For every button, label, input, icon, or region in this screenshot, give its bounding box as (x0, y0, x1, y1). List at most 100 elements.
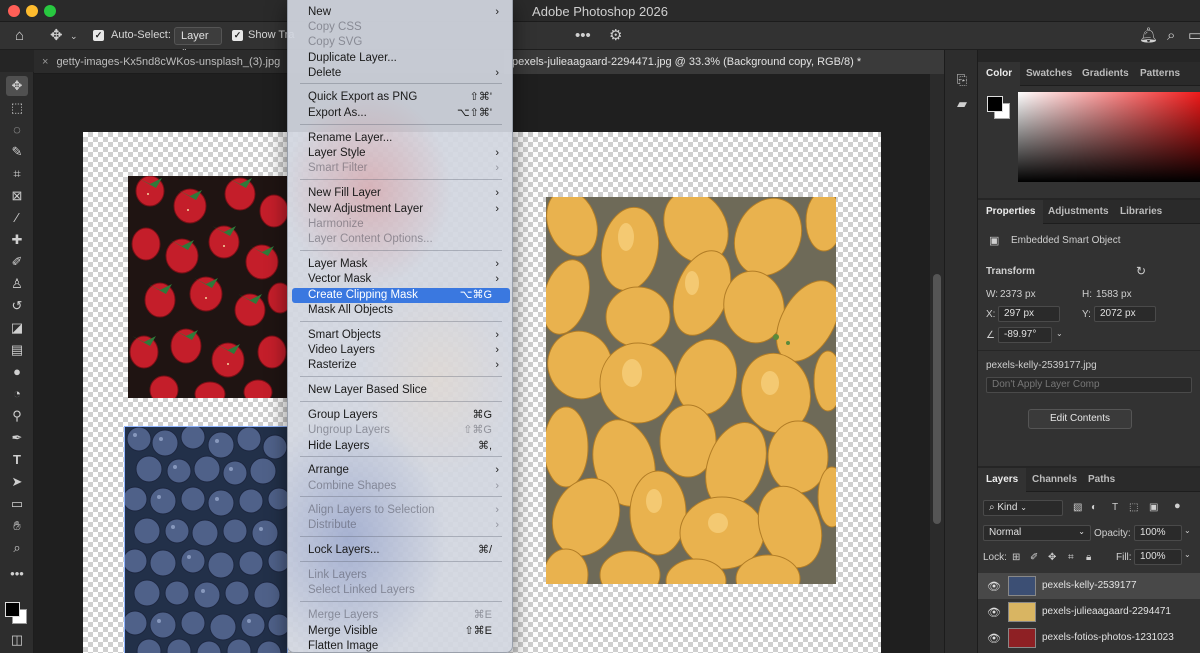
scrollbar-thumb[interactable] (933, 274, 941, 524)
tab-libraries[interactable]: Libraries (1112, 200, 1170, 224)
eraser-tool-icon[interactable]: ◪ (6, 318, 28, 338)
tab-patterns[interactable]: Patterns (1132, 62, 1188, 86)
more-tools-icon[interactable]: ••• (6, 564, 28, 584)
menu-item-duplicate-layer[interactable]: Duplicate Layer... (292, 51, 510, 66)
smart-object-filter-icon[interactable]: ▣ (1149, 502, 1158, 513)
angle-field[interactable]: -89.97° (998, 327, 1052, 343)
blur-tool-icon[interactable]: ● (6, 362, 28, 382)
auto-select-dropdown[interactable]: Layer ⌄ (174, 27, 222, 53)
menu-item-flatten-image[interactable]: Flatten Image (292, 639, 510, 652)
pen-tool-icon[interactable]: ✒ (6, 428, 28, 448)
hand-tool-icon[interactable]: ✋︎ (6, 516, 28, 536)
tab-channels[interactable]: Channels (1024, 468, 1085, 492)
menu-item-vector-mask[interactable]: Vector Mask › (292, 272, 510, 287)
layer-row[interactable]: 👁︎ pexels-julieaagaard-2294471 (978, 599, 1200, 625)
color-field[interactable] (1018, 92, 1200, 182)
width-value[interactable]: 2373 px (1000, 289, 1036, 300)
gradient-tool-icon[interactable]: ▤ (6, 340, 28, 360)
zoom-lens-tool-icon[interactable]: ⚲ (6, 406, 28, 426)
tab-adjustments[interactable]: Adjustments (1040, 200, 1117, 224)
layer-row[interactable]: 👁︎ pexels-fotios-photos-1231023 (978, 625, 1200, 651)
path-selection-tool-icon[interactable]: ➤ (6, 472, 28, 492)
crop-tool-icon[interactable]: ⌗ (6, 164, 28, 184)
vertical-scrollbar[interactable] (930, 74, 944, 653)
filter-toggle-icon[interactable]: ● (1174, 500, 1181, 512)
adjustment-filter-icon[interactable]: ◐ (1091, 502, 1097, 513)
edit-contents-button[interactable]: Edit Contents (1028, 409, 1132, 429)
layer-filter-dropdown[interactable]: ⌕ Kind ⌄ (983, 500, 1063, 516)
menu-item-create-clipping-mask[interactable]: Create Clipping Mask ⌥⌘G (292, 288, 510, 303)
menu-item-delete[interactable]: Delete › (292, 66, 510, 81)
lock-all-icon[interactable]: 🔒︎ (1086, 552, 1091, 563)
menu-item-mask-all-objects[interactable]: Mask All Objects (292, 303, 510, 318)
shape-filter-icon[interactable]: ⬚ (1129, 502, 1138, 513)
lock-artboard-icon[interactable]: ⌗ (1068, 552, 1074, 563)
more-icon[interactable]: ••• (575, 26, 591, 46)
bell-icon[interactable]: 🔔︎ (1139, 26, 1158, 46)
strawberries-layer-image[interactable] (128, 176, 287, 398)
tab-gradients[interactable]: Gradients (1074, 62, 1137, 86)
show-transform-checkbox[interactable]: ✓ (232, 30, 243, 41)
lock-position-icon[interactable]: ✥ (1048, 552, 1056, 563)
menu-item-rename-layer[interactable]: Rename Layer... (292, 131, 510, 146)
tab-paths[interactable]: Paths (1080, 468, 1123, 492)
type-filter-icon[interactable]: T (1112, 502, 1118, 513)
blend-mode-dropdown[interactable]: Normal ⌄ (983, 525, 1091, 541)
gear-icon[interactable]: ⚙ (609, 26, 622, 46)
auto-select-checkbox[interactable]: ✓ (93, 30, 104, 41)
move-tool-icon[interactable]: ✥ (6, 76, 28, 96)
panel-foreground-swatch[interactable] (987, 96, 1003, 112)
search-icon[interactable]: ⌕ (1167, 26, 1175, 46)
mangoes-layer-image[interactable] (546, 197, 836, 584)
close-icon[interactable]: × (42, 56, 48, 68)
x-position-field[interactable]: 297 px (998, 306, 1060, 322)
opacity-field[interactable]: 100% (1134, 525, 1182, 541)
lock-transparency-icon[interactable]: ⊞ (1012, 552, 1020, 563)
blueberries-layer-image[interactable] (124, 426, 288, 653)
menu-item-hide-layers[interactable]: Hide Layers ⌘, (292, 439, 510, 454)
lasso-tool-icon[interactable]: ◌ (6, 120, 28, 140)
layer-comp-dropdown[interactable]: Don't Apply Layer Comp (986, 377, 1192, 393)
reset-transform-icon[interactable]: ↻ (1136, 264, 1146, 278)
tab-layers[interactable]: Layers (978, 468, 1027, 492)
menu-item-layer-style[interactable]: Layer Style › (292, 146, 510, 161)
brush-tool-icon[interactable]: ✐ (6, 252, 28, 272)
marquee-tool-icon[interactable]: ⬚ (6, 98, 28, 118)
history-brush-tool-icon[interactable]: ↺ (6, 296, 28, 316)
history-panel-icon[interactable]: ⎘ (954, 72, 970, 88)
chevron-down-icon[interactable]: ⌄ (1184, 550, 1191, 559)
height-value[interactable]: 1583 px (1096, 289, 1132, 300)
chevron-down-icon[interactable]: ⌄ (1056, 329, 1063, 338)
fill-field[interactable]: 100% (1134, 549, 1182, 565)
layer-row[interactable]: 👁︎ pexels-kelly-2539177 (978, 573, 1200, 599)
foreground-color-swatch[interactable] (5, 602, 20, 617)
menu-item-new-adjustment-layer[interactable]: New Adjustment Layer › (292, 202, 510, 217)
frame-tool-icon[interactable]: ⊠ (6, 186, 28, 206)
menu-item-rasterize[interactable]: Rasterize › (292, 358, 510, 373)
visibility-eye-icon[interactable]: 👁︎ (987, 632, 1001, 645)
visibility-eye-icon[interactable]: 👁︎ (987, 606, 1001, 619)
workspace-icon[interactable]: ▭ (1188, 26, 1200, 46)
tab-swatches[interactable]: Swatches (1018, 62, 1080, 86)
tab-color[interactable]: Color (978, 62, 1021, 86)
tab-pexels-julieaagaard[interactable]: pexels-julieaagaard-2294471.jpg @ 33.3% … (504, 50, 944, 74)
menu-item-quick-export-as-png[interactable]: Quick Export as PNG ⇧⌘' (292, 90, 510, 105)
quick-selection-tool-icon[interactable]: ✎ (6, 142, 28, 162)
clone-stamp-tool-icon[interactable]: ♙ (6, 274, 28, 294)
zoom-tool-icon[interactable]: ⌕ (6, 538, 28, 558)
rectangle-tool-icon[interactable]: ▭ (6, 494, 28, 514)
move-icon[interactable]: ✥ (50, 26, 63, 46)
menu-item-arrange[interactable]: Arrange › (292, 463, 510, 478)
y-position-field[interactable]: 2072 px (1094, 306, 1156, 322)
menu-item-new-layer-based-slice[interactable]: New Layer Based Slice (292, 383, 510, 398)
menu-item-lock-layers[interactable]: Lock Layers... ⌘/ (292, 543, 510, 558)
pixel-filter-icon[interactable]: ▧ (1073, 502, 1082, 513)
quick-mask-icon[interactable]: ◫ (6, 630, 28, 650)
lock-brush-icon[interactable]: ✐ (1030, 552, 1038, 563)
eyedropper-tool-icon[interactable]: ⁄ (6, 208, 28, 228)
menu-item-group-layers[interactable]: Group Layers ⌘G (292, 408, 510, 423)
menu-item-export-as[interactable]: Export As... ⌥⇧⌘' (292, 106, 510, 121)
healing-brush-tool-icon[interactable]: ✚ (6, 230, 28, 250)
menu-item-video-layers[interactable]: Video Layers › (292, 343, 510, 358)
menu-item-new-fill-layer[interactable]: New Fill Layer › (292, 186, 510, 201)
